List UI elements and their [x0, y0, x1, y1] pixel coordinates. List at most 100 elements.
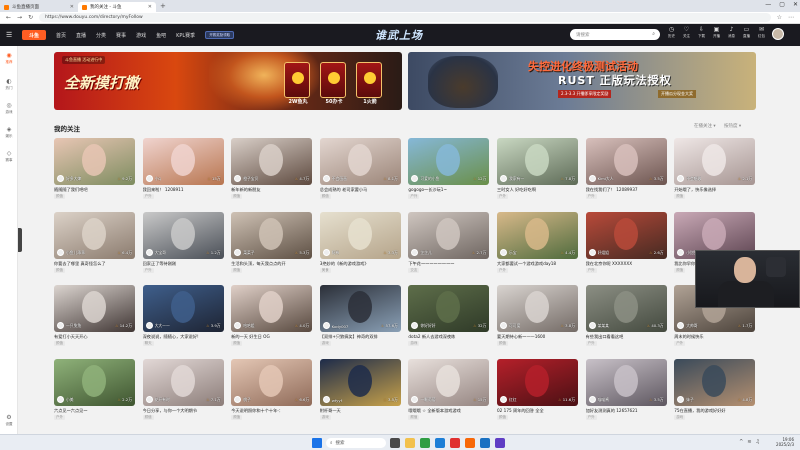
minimize-button[interactable]: — [765, 1, 771, 8]
stream-thumbnail[interactable]: wfyyf ♨ 3.5万 [319, 358, 401, 406]
stream-thumbnail[interactable]: 橙子宝贝 ♨ 4.7万 [231, 138, 313, 185]
streamer-avatar[interactable] [411, 395, 419, 403]
streamer-avatar[interactable] [57, 322, 64, 329]
streamer-avatar[interactable] [234, 175, 242, 182]
stream-thumbnail[interactable]: 桃子 ♨ 6.6万 [231, 358, 313, 406]
messages-button[interactable]: ♪ 消息 [724, 26, 739, 39]
category-tag[interactable]: 户外 [585, 194, 597, 199]
streamer-name[interactable]: Kody007 [332, 324, 349, 329]
stream-card[interactable]: 可爱的小鱼 ♨ 12万 gogogo～长沙玩1~ 户外 [408, 138, 490, 208]
category-tag[interactable]: 户外 [585, 267, 597, 273]
edge-icon[interactable] [435, 438, 445, 448]
streamer-name[interactable]: 菜菜子 [243, 250, 254, 256]
download-button[interactable]: ⇩ 下载 [694, 26, 709, 39]
streamer-name[interactable]: 大宝哥 [155, 250, 166, 256]
stream-card[interactable]: 橙子宝贝 ♨ 4.7万 新年新的新朋友 颜值 [231, 138, 313, 208]
rail-item-games[interactable]: ◎ 游戏 [0, 102, 18, 114]
menu-icon[interactable]: ☰ [6, 31, 16, 39]
nav-events[interactable]: 赛事 [116, 32, 126, 39]
streamer-name[interactable]: 小Q [155, 176, 162, 182]
category-tag[interactable]: 户外 [54, 414, 65, 420]
app-icon[interactable] [480, 438, 490, 448]
streamer-name[interactable]: 一只兔兔 [66, 323, 81, 329]
streamer-avatar[interactable] [57, 248, 64, 256]
streamer-avatar[interactable] [145, 248, 153, 256]
stream-card[interactable]: 你好好好 ♨ 32万 dota2 新人去游戏深夜练 游戏 [408, 285, 490, 355]
streamer-avatar[interactable] [411, 248, 419, 256]
stream-card[interactable]: 大宝哥 ♨ 1.2万 回家正了等待刚刚 户外 [142, 211, 224, 282]
stream-thumbnail[interactable]: Kimi大人 ♨ 3.5万 [585, 138, 667, 185]
streamer-avatar[interactable] [500, 322, 507, 329]
streamer-avatar[interactable] [677, 248, 685, 256]
stream-card[interactable]: 可可爱 ♨ 3.8万 要天期待心新～一一1600 颜值 [497, 285, 578, 355]
streamer-name[interactable]: 哈哈姐 [243, 323, 254, 329]
volume-icon[interactable]: ♫ [756, 439, 760, 445]
streamer-avatar[interactable] [145, 395, 153, 403]
nav-category[interactable]: 分类 [96, 32, 106, 39]
browser-tab-1[interactable]: 斗鱼直播页面 ✕ [0, 2, 78, 12]
stream-card[interactable]: 我家有一 ♨ 7.8万 三时女人 好吃好吃啊 户外 [497, 138, 578, 208]
nav-live[interactable]: 直播 [76, 32, 86, 39]
category-tag[interactable]: 户外 [674, 341, 686, 346]
stream-card[interactable]: 菜菜子 ♨ 5.3万 生活和头顶，每天我点点的开 颜值 [231, 211, 313, 282]
stream-card[interactable]: 阿布 ♨ 3.3万 3绝妙的《新的游戏游戏》 美食 [319, 211, 401, 282]
stream-title[interactable]: 下午花～～～～～～～～ [408, 261, 489, 267]
stream-thumbnail[interactable]: 一只兔兔 ♨ 14.2万 [54, 285, 135, 332]
stream-title[interactable]: 总会成熟的 老司家要小马 [320, 187, 401, 193]
streamer-avatar[interactable] [500, 248, 507, 256]
category-tag[interactable]: 游戏 [319, 341, 331, 346]
reload-icon[interactable]: ↻ [28, 14, 33, 21]
history-button[interactable]: ◷ 历史 [664, 26, 679, 39]
stream-thumbnail[interactable]: 哈哈姐 ♨ 4.0万 [231, 285, 313, 332]
streamer-avatar[interactable] [234, 395, 242, 403]
streamer-name[interactable]: 花开有时 [155, 397, 170, 403]
streamer-name[interactable]: 某某某 [598, 323, 609, 329]
streamer-name[interactable]: 可爱的小鱼 [420, 176, 439, 182]
streamer-avatar[interactable] [500, 175, 507, 182]
stream-title[interactable]: 新的一天 好生日 OG [231, 334, 312, 340]
promo-badge[interactable]: 开赛奖励领取 [205, 31, 235, 39]
close-window-button[interactable]: ✕ [793, 1, 798, 8]
stream-title[interactable]: 深夜说说，随随心，大家说好! [143, 334, 224, 340]
streamer-name[interactable]: Kimi大人 [598, 176, 614, 182]
header-event-title[interactable]: 谁武上场 [375, 27, 423, 43]
streamer-name[interactable]: 好多大婶 [66, 176, 81, 182]
streamer-avatar[interactable] [322, 248, 330, 256]
chevron-up-icon[interactable]: ^ [739, 439, 743, 445]
follow-button[interactable]: ♡ 关注 [679, 26, 694, 39]
category-tag[interactable]: 游戏 [674, 414, 686, 420]
stream-title[interactable]: 75在直播，我的游戏好好好 [674, 408, 755, 414]
live-button[interactable]: ▭ 直播 [739, 26, 754, 39]
stream-thumbnail[interactable]: 花开有时 ♨ 7.1万 [142, 358, 224, 406]
stream-title[interactable]: 有些我出口看看这吧 [586, 334, 667, 340]
stream-thumbnail[interactable]: 我家有一 ♨ 7.8万 [497, 138, 578, 185]
streamer-avatar[interactable] [145, 322, 153, 329]
stream-card[interactable]: 某某某 ♨ 40.3万 有些我出口看看这吧 户外 [585, 285, 667, 355]
stream-thumbnail[interactable]: 芷芷儿 ♨ 2.7万 [408, 211, 490, 259]
streamer-avatar[interactable] [588, 248, 596, 256]
category-tag[interactable]: 颜值 [497, 414, 508, 420]
url-input[interactable]: https://www.douyu.com/directory/myFollow [39, 13, 771, 22]
streamer-avatar[interactable] [57, 395, 64, 403]
category-tag[interactable]: 交友 [408, 267, 420, 273]
rail-item-settings[interactable]: ⚙ 设置 [0, 414, 18, 426]
stream-card[interactable]: Kody007 ♨ 57.6万 【双排+只狼搞笑】神奇的双排 游戏 [319, 285, 401, 355]
stream-title[interactable]: 今天说明照你和十个十年-： [231, 408, 312, 414]
streamer-name[interactable]: 红红 [509, 397, 517, 403]
stream-thumbnail[interactable]: 菜菜子 ♨ 5.3万 [231, 211, 313, 259]
rail-item-events[interactable]: ◇ 赛事 [0, 150, 18, 162]
stream-title[interactable]: 【双排+只狼搞笑】神奇的双排 [320, 334, 401, 340]
streamer-avatar[interactable] [677, 395, 685, 403]
file-explorer-icon[interactable] [405, 438, 415, 448]
category-tag[interactable]: 聊天 [142, 341, 154, 346]
wifi-icon[interactable]: ≋ [747, 439, 751, 445]
stream-thumbnail[interactable]: 你好好好 ♨ 32万 [408, 285, 490, 332]
category-tag[interactable]: 颜值 [408, 414, 420, 420]
nav-kpl[interactable]: KPL赛季 [176, 32, 195, 39]
stream-card[interactable]: 喵喵酱 ♨ 3.5万 加好友测测真的 12657621 户外 [585, 358, 667, 429]
nav-home[interactable]: 首页 [56, 32, 66, 39]
taskbar-search-input[interactable]: ⌕ 搜索 [326, 438, 386, 448]
streamer-name[interactable]: 乐宝 [509, 250, 517, 256]
stream-thumbnail[interactable]: 妹子 ♨ 4.8万 [674, 358, 756, 406]
stream-title[interactable]: 加好友测测真的 12657621 [586, 408, 667, 414]
